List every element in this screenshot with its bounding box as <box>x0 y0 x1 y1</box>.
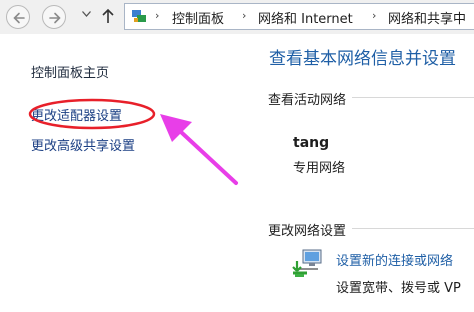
change-network-settings-heading: 更改网络设置 <box>268 220 353 239</box>
setup-new-connection-link[interactable]: 设置新的连接或网络 <box>336 250 453 269</box>
breadcrumb-network-internet[interactable]: 网络和 Internet <box>258 8 353 27</box>
breadcrumb-separator: › <box>242 9 247 22</box>
pointer-arrow-icon <box>160 114 238 185</box>
change-advanced-sharing-link[interactable]: 更改高级共享设置 <box>31 135 135 154</box>
address-bar[interactable]: › 控制面板 › 网络和 Internet › 网络和共享中 <box>124 3 474 30</box>
breadcrumb-separator: › <box>372 9 377 22</box>
breadcrumb-separator: › <box>155 9 160 22</box>
network-type: 专用网络 <box>293 161 346 176</box>
navigation-bar: › 控制面板 › 网络和 Internet › 网络和共享中 <box>0 0 474 34</box>
back-arrow-icon <box>13 12 25 24</box>
setup-new-connection-description: 设置宽带、拨号或 VP <box>336 281 461 296</box>
control-panel-home-link[interactable]: 控制面板主页 <box>31 62 109 81</box>
network-name: tang <box>293 135 330 151</box>
breadcrumb-network-sharing-center[interactable]: 网络和共享中 <box>388 8 466 27</box>
forward-button[interactable] <box>42 5 66 29</box>
recent-pages-dropdown-icon[interactable] <box>82 11 91 17</box>
breadcrumb-control-panel[interactable]: 控制面板 <box>172 8 224 27</box>
network-setup-icon <box>292 249 322 277</box>
up-arrow-icon[interactable] <box>101 8 115 24</box>
page-title: 查看基本网络信息并设置 <box>269 49 456 69</box>
control-panel-icon <box>132 10 146 22</box>
active-networks-heading: 查看活动网络 <box>268 89 353 108</box>
change-adapter-settings-link[interactable]: 更改适配器设置 <box>31 105 122 124</box>
forward-arrow-icon <box>49 12 61 24</box>
back-button[interactable] <box>6 5 30 29</box>
